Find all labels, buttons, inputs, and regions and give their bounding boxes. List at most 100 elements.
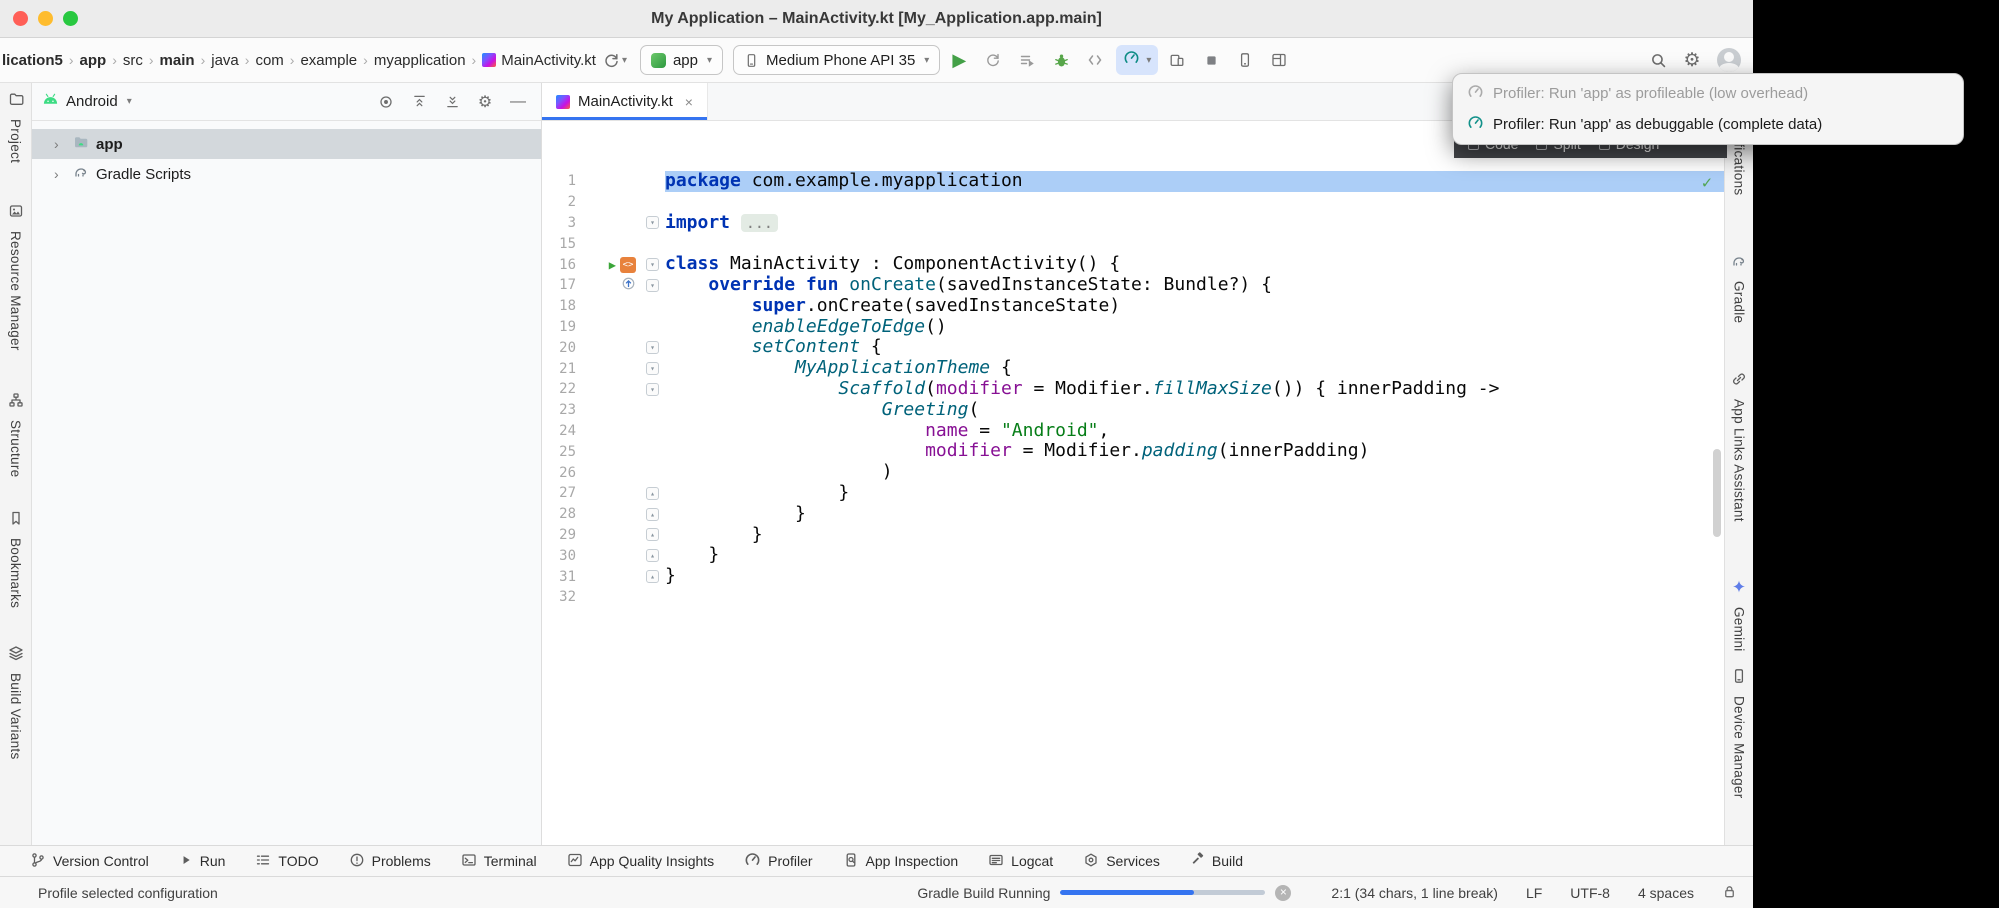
tool-window-button-todo[interactable]: TODO xyxy=(255,852,318,871)
tool-window-button-structure[interactable]: Structure xyxy=(8,392,24,477)
code-line[interactable]: 21▾ MyApplicationTheme { xyxy=(542,358,1724,379)
fold-marker[interactable]: ▾ xyxy=(646,216,659,229)
fold-marker[interactable]: ▾ xyxy=(646,341,659,354)
code-line[interactable]: 29▴ } xyxy=(542,525,1724,546)
hide-panel-button[interactable]: — xyxy=(505,89,531,115)
fold-marker[interactable]: ▾ xyxy=(646,383,659,396)
apply-changes-icon[interactable] xyxy=(1012,45,1042,75)
code-line[interactable]: 20▾ setContent { xyxy=(542,337,1724,358)
breadcrumb-mainactivity-kt[interactable]: MainActivity.kt xyxy=(482,52,596,69)
code-line[interactable]: 24 name = "Android", xyxy=(542,421,1724,442)
device-mirroring-icon[interactable] xyxy=(1162,45,1192,75)
cancel-build-button[interactable]: × xyxy=(1275,885,1291,901)
fold-marker[interactable]: ▾ xyxy=(646,279,659,292)
close-window-button[interactable] xyxy=(13,11,28,26)
expand-chevron-icon[interactable]: › xyxy=(54,136,66,152)
project-view-selector[interactable]: Android xyxy=(66,93,118,110)
run-configuration-selector[interactable]: app ▾ xyxy=(640,45,723,75)
tool-window-button-logcat[interactable]: Logcat xyxy=(988,852,1053,871)
fold-marker[interactable]: ▾ xyxy=(646,362,659,375)
breadcrumb-app[interactable]: app xyxy=(80,52,107,69)
breadcrumb-java[interactable]: java xyxy=(211,52,239,69)
profiler-option[interactable]: Profiler: Run 'app' as profileable (low … xyxy=(1453,78,1963,109)
inspections-ok-checkmark[interactable]: ✓ xyxy=(1702,173,1712,193)
expand-all-button[interactable] xyxy=(406,89,432,115)
fold-marker[interactable]: ▴ xyxy=(646,549,659,562)
indent-indicator[interactable]: 4 spaces xyxy=(1638,885,1694,901)
profiler-option[interactable]: Profiler: Run 'app' as debuggable (compl… xyxy=(1453,109,1963,140)
tool-window-button-gemini[interactable]: Gemini xyxy=(1731,579,1747,652)
debug-button[interactable] xyxy=(1046,45,1076,75)
code-line[interactable]: 22▾ Scaffold(modifier = Modifier.fillMax… xyxy=(542,379,1724,400)
status-message[interactable]: Profile selected configuration xyxy=(38,885,218,901)
locate-file-button[interactable] xyxy=(373,89,399,115)
run-gutter-icon[interactable]: ▶ xyxy=(609,258,616,272)
code-line[interactable]: 17▾ override fun onCreate(savedInstanceS… xyxy=(542,275,1724,296)
device-selector[interactable]: Medium Phone API 35 ▾ xyxy=(733,45,940,75)
encoding-indicator[interactable]: UTF-8 xyxy=(1570,885,1610,901)
code-line[interactable]: 23 Greeting( xyxy=(542,400,1724,421)
tool-window-button-problems[interactable]: Problems xyxy=(349,852,431,871)
collapse-all-button[interactable] xyxy=(439,89,465,115)
tool-window-button-bookmarks[interactable]: Bookmarks xyxy=(8,510,24,608)
caret-position-indicator[interactable]: 2:1 (34 chars, 1 line break) xyxy=(1331,885,1498,901)
breadcrumb-main[interactable]: main xyxy=(160,52,195,69)
editor-tab-mainactivity[interactable]: MainActivity.kt × xyxy=(542,83,708,120)
run-button[interactable]: ▶ xyxy=(944,45,974,75)
code-line[interactable]: 3▾import ... xyxy=(542,213,1724,234)
breadcrumb-example[interactable]: example xyxy=(300,52,357,69)
search-everywhere-button[interactable] xyxy=(1643,45,1673,75)
breadcrumb-src[interactable]: src xyxy=(123,52,143,69)
stop-button[interactable] xyxy=(1196,45,1226,75)
layout-inspector-icon[interactable] xyxy=(1264,45,1294,75)
code-line[interactable]: 30▴ } xyxy=(542,545,1724,566)
tool-window-button-profiler[interactable]: Profiler xyxy=(744,851,812,871)
tool-window-button-app-inspection[interactable]: App Inspection xyxy=(843,852,959,871)
code-line[interactable]: 31▴} xyxy=(542,566,1724,587)
tool-window-button-resource-manager[interactable]: Resource Manager xyxy=(8,203,24,351)
code-line[interactable]: 15 xyxy=(542,233,1724,254)
code-editor[interactable]: ✓ 1package com.example.myapplication23▾i… xyxy=(542,121,1724,845)
panel-settings-gear-icon[interactable]: ⚙ xyxy=(472,89,498,115)
minimize-window-button[interactable] xyxy=(38,11,53,26)
code-line[interactable]: 32 xyxy=(542,587,1724,608)
apply-code-changes-icon[interactable] xyxy=(1080,45,1110,75)
expand-chevron-icon[interactable]: › xyxy=(54,166,66,182)
code-line[interactable]: 26 ) xyxy=(542,462,1724,483)
code-line[interactable]: 16▶<>▾class MainActivity : ComponentActi… xyxy=(542,254,1724,275)
override-gutter-icon[interactable] xyxy=(621,276,636,295)
folded-imports-badge[interactable]: ... xyxy=(741,214,778,232)
close-tab-icon[interactable]: × xyxy=(685,94,693,110)
tool-window-button-terminal[interactable]: Terminal xyxy=(461,852,537,871)
account-avatar[interactable] xyxy=(1717,48,1741,72)
editor-scrollbar-thumb[interactable] xyxy=(1713,449,1721,537)
sync-dropdown-button[interactable]: ▾ xyxy=(600,45,630,75)
fold-marker[interactable]: ▾ xyxy=(646,258,659,271)
readonly-lock-icon[interactable] xyxy=(1722,884,1737,902)
code-line[interactable]: 18 super.onCreate(savedInstanceState) xyxy=(542,296,1724,317)
code-line[interactable]: 27▴ } xyxy=(542,483,1724,504)
running-devices-icon[interactable] xyxy=(1230,45,1260,75)
tool-window-button-services[interactable]: Services xyxy=(1083,852,1160,871)
profiler-dropdown-button[interactable]: ▾ xyxy=(1116,45,1158,75)
fold-marker[interactable]: ▴ xyxy=(646,570,659,583)
project-tree-item-app[interactable]: ›app xyxy=(32,129,541,159)
tool-window-button-version-control[interactable]: Version Control xyxy=(30,852,149,871)
tool-window-button-app-links-assistant[interactable]: App Links Assistant xyxy=(1731,371,1747,522)
tool-window-button-device-manager[interactable]: Device Manager xyxy=(1731,668,1747,799)
code-line[interactable]: 25 modifier = Modifier.padding(innerPadd… xyxy=(542,441,1724,462)
zoom-window-button[interactable] xyxy=(63,11,78,26)
code-line[interactable]: 19 enableEdgeToEdge() xyxy=(542,317,1724,338)
project-tree-item-gradle-scripts[interactable]: ›Gradle Scripts xyxy=(32,159,541,189)
code-line[interactable]: 28▴ } xyxy=(542,504,1724,525)
breadcrumb-lication5[interactable]: lication5 xyxy=(2,52,63,69)
restart-button[interactable] xyxy=(978,45,1008,75)
tool-window-button-build-variants[interactable]: Build Variants xyxy=(8,645,24,760)
breadcrumb-com[interactable]: com xyxy=(255,52,283,69)
fold-marker[interactable]: ▴ xyxy=(646,528,659,541)
tool-window-button-app-quality-insights[interactable]: App Quality Insights xyxy=(567,852,715,871)
tool-window-button-project[interactable]: Project xyxy=(8,91,24,163)
tool-window-button-run[interactable]: Run xyxy=(179,853,226,870)
tool-window-button-gradle[interactable]: Gradle xyxy=(1731,253,1747,323)
fold-marker[interactable]: ▴ xyxy=(646,487,659,500)
